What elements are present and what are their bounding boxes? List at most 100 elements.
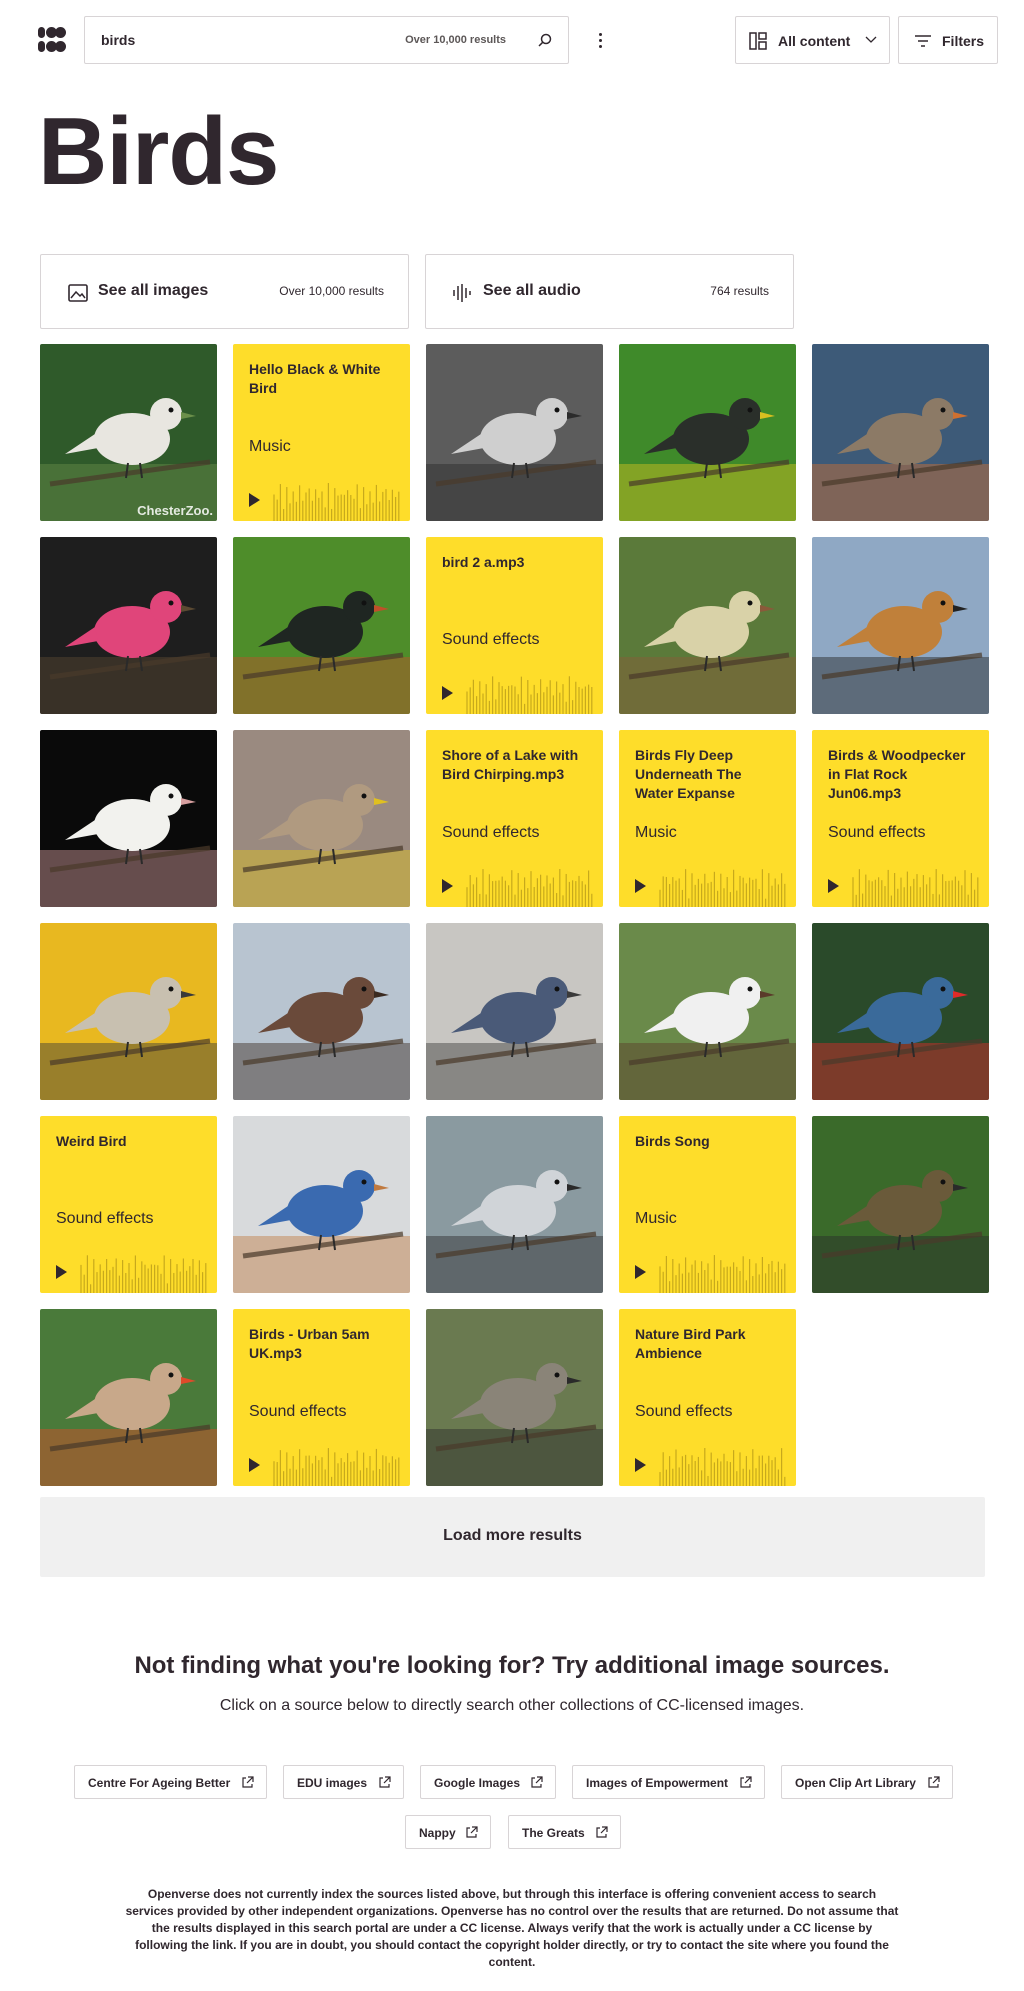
search-input[interactable]: birds — [101, 32, 135, 48]
bird-photo — [426, 923, 603, 1100]
audio-result-tile[interactable]: Nature Bird Park Ambience Sound effects — [619, 1309, 796, 1486]
image-result-tile[interactable] — [812, 923, 989, 1100]
audio-title: Hello Black & White Bird — [249, 361, 381, 396]
bird-photo — [812, 537, 989, 714]
image-result-tile[interactable] — [426, 344, 603, 521]
image-result-tile[interactable] — [233, 537, 410, 714]
source-button-google-images[interactable]: Google Images — [420, 1765, 556, 1799]
play-icon[interactable] — [56, 1265, 67, 1279]
audio-result-tile[interactable]: Shore of a Lake with Bird Chirping.mp3 So… — [426, 730, 603, 907]
search-button[interactable] — [526, 21, 564, 59]
image-result-tile[interactable] — [812, 344, 989, 521]
load-more-label: Load more results — [443, 1527, 582, 1544]
waveform-icon — [659, 1448, 786, 1486]
source-button-nappy[interactable]: Nappy — [405, 1815, 491, 1849]
bird-photo — [40, 923, 217, 1100]
audio-result-tile[interactable]: Birds - Urban 5am UK.mp3 Sound effects — [233, 1309, 410, 1486]
waveform-icon — [852, 869, 979, 907]
image-result-tile[interactable] — [40, 537, 217, 714]
waveform-icon — [273, 483, 400, 521]
audio-result-tile[interactable]: Birds Song Music — [619, 1116, 796, 1293]
image-result-tile[interactable] — [426, 1116, 603, 1293]
image-watermark: ChesterZoo. — [137, 503, 213, 518]
image-result-tile[interactable] — [812, 1116, 989, 1293]
image-result-tile[interactable] — [233, 1116, 410, 1293]
image-result-tile[interactable] — [40, 1309, 217, 1486]
content-switcher-icon — [749, 32, 767, 50]
openverse-logo-icon[interactable] — [38, 27, 66, 54]
waveform-icon — [466, 869, 593, 907]
audio-result-tile[interactable]: Birds Fly Deep Underneath The Water Expa… — [619, 730, 796, 907]
waveform-icon — [80, 1255, 207, 1293]
load-more-button[interactable]: Load more results — [40, 1497, 985, 1577]
source-label: Centre For Ageing Better — [88, 1776, 231, 1790]
filter-icon — [915, 35, 931, 47]
play-icon[interactable] — [635, 879, 646, 893]
bird-photo — [812, 923, 989, 1100]
image-result-tile[interactable] — [619, 923, 796, 1100]
image-result-tile[interactable]: ChesterZoo. — [40, 344, 217, 521]
image-result-tile[interactable] — [40, 730, 217, 907]
audio-title: Birds Song — [635, 1133, 710, 1149]
source-button-open-clip-art-library[interactable]: Open Clip Art Library — [781, 1765, 953, 1799]
source-button-the-greats[interactable]: The Greats — [508, 1815, 621, 1849]
see-all-audio-label: See all audio — [483, 282, 581, 299]
audio-category: Sound effects — [442, 631, 540, 648]
audio-title: Birds & Woodpecker in Flat Rock Jun06.mp… — [828, 747, 966, 801]
source-button-centre-for-ageing-better[interactable]: Centre For Ageing Better — [74, 1765, 267, 1799]
audio-title: bird 2 a.mp3 — [442, 554, 525, 570]
sources-heading: Not finding what you're looking for? Try… — [134, 1652, 890, 1679]
audio-category: Sound effects — [828, 824, 926, 841]
filters-button[interactable]: Filters — [898, 16, 998, 64]
play-icon[interactable] — [635, 1458, 646, 1472]
play-icon[interactable] — [635, 1265, 646, 1279]
source-button-edu-images[interactable]: EDU images — [283, 1765, 404, 1799]
audio-title: Birds - Urban 5am UK.mp3 — [249, 1326, 370, 1361]
audio-result-tile[interactable]: Hello Black & White Bird Music — [233, 344, 410, 521]
source-label: Nappy — [419, 1826, 456, 1840]
audio-result-tile[interactable]: Weird Bird Sound effects — [40, 1116, 217, 1293]
content-type-select[interactable]: All content — [735, 16, 890, 64]
image-result-tile[interactable] — [40, 923, 217, 1100]
source-button-images-of-empowerment[interactable]: Images of Empowerment — [572, 1765, 765, 1799]
bird-photo — [426, 344, 603, 521]
bird-photo — [426, 1116, 603, 1293]
external-link-icon — [379, 1776, 391, 1788]
audio-category: Music — [249, 438, 291, 455]
bird-photo — [40, 1309, 217, 1486]
play-icon[interactable] — [442, 686, 453, 700]
bird-photo — [233, 730, 410, 907]
search-bar[interactable]: birds Over 10,000 results — [84, 16, 569, 64]
play-icon[interactable] — [828, 879, 839, 893]
see-all-images-count: Over 10,000 results — [279, 284, 384, 298]
waveform-icon — [659, 1255, 786, 1293]
more-menu-button[interactable] — [590, 26, 610, 54]
play-icon[interactable] — [442, 879, 453, 893]
see-all-images-link[interactable]: See all images Over 10,000 results — [40, 254, 409, 329]
audio-category: Sound effects — [56, 1210, 154, 1227]
image-result-tile[interactable] — [619, 344, 796, 521]
audio-result-tile[interactable]: Birds & Woodpecker in Flat Rock Jun06.mp… — [812, 730, 989, 907]
external-link-icon — [466, 1826, 478, 1838]
filters-label: Filters — [942, 33, 985, 49]
sources-disclaimer: Openverse does not currently index the s… — [125, 1887, 899, 1969]
bird-photo — [426, 1309, 603, 1486]
page-title: Birds — [38, 98, 279, 205]
see-all-audio-link[interactable]: See all audio 764 results — [425, 254, 794, 329]
bird-photo — [233, 1116, 410, 1293]
image-result-tile[interactable] — [426, 1309, 603, 1486]
external-link-icon — [242, 1776, 254, 1788]
audio-wave-icon — [453, 284, 471, 302]
source-label: Images of Empowerment — [586, 1776, 729, 1790]
image-result-tile[interactable] — [233, 730, 410, 907]
image-result-tile[interactable] — [812, 537, 989, 714]
play-icon[interactable] — [249, 1458, 260, 1472]
audio-result-tile[interactable]: bird 2 a.mp3 Sound effects — [426, 537, 603, 714]
see-all-images-label: See all images — [98, 282, 209, 299]
bird-photo — [619, 537, 796, 714]
image-result-tile[interactable] — [426, 923, 603, 1100]
image-result-tile[interactable] — [233, 923, 410, 1100]
bird-photo — [40, 730, 217, 907]
image-result-tile[interactable] — [619, 537, 796, 714]
play-icon[interactable] — [249, 493, 260, 507]
